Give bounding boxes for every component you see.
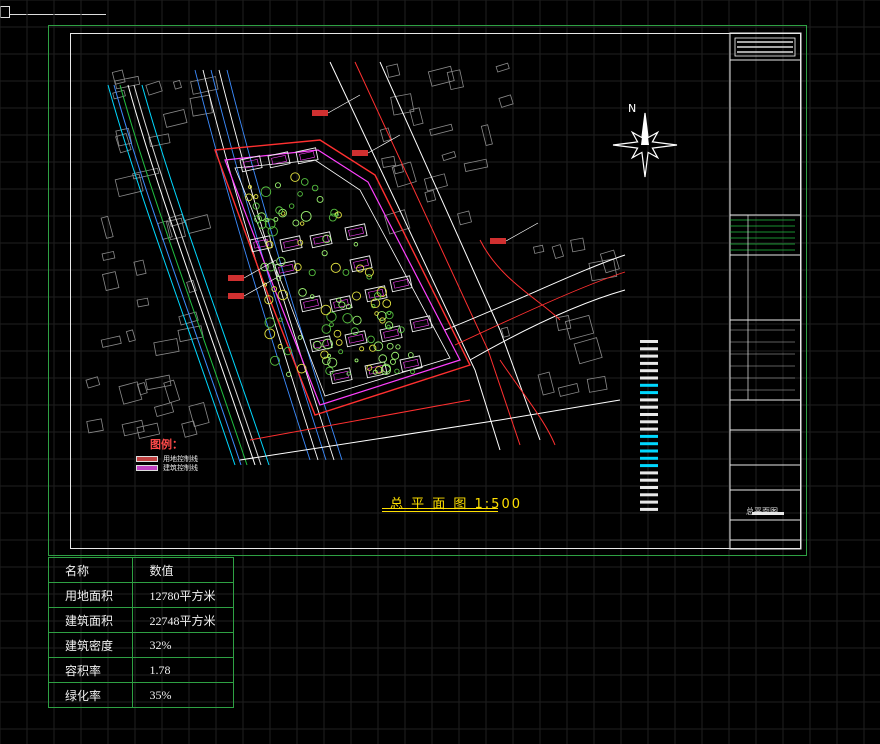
title-underline	[382, 508, 498, 509]
legend-swatch-red	[136, 456, 158, 462]
table-cell-value: 1.78	[132, 657, 234, 683]
drawing-title: 总 平 面 图 1:500	[390, 497, 522, 512]
legend-item-label: 建筑控制线	[163, 464, 198, 472]
title-block-sheet-name: 总平面图	[746, 507, 778, 516]
north-label: N	[628, 102, 637, 115]
table-cell-value: 12780平方米	[132, 582, 234, 608]
table-cell-name: 建筑面积	[47, 607, 134, 633]
table-cell-name: 容积率	[47, 657, 134, 683]
table-row: 用地面积 12780平方米	[47, 582, 234, 608]
legend-swatch-magenta	[136, 465, 158, 471]
table-header-cell: 数值	[132, 557, 234, 583]
table-cell-value: 35%	[132, 682, 234, 708]
title-underline	[382, 511, 498, 512]
legend-item-building-line: 建筑控制线	[136, 464, 198, 472]
table-row: 建筑密度 32%	[47, 632, 234, 658]
table-header-cell: 名称	[47, 557, 134, 583]
table-cell-name: 绿化率	[47, 682, 134, 708]
table-cell-value: 32%	[132, 632, 234, 658]
site-stats-table: 名称 数值 用地面积 12780平方米 建筑面积 22748平方米 建筑密度 3…	[47, 557, 234, 708]
table-row: 绿化率 35%	[47, 682, 234, 708]
table-cell-value: 22748平方米	[132, 607, 234, 633]
legend-item-site-line: 用地控制线	[136, 455, 198, 463]
legend-title: 图例：	[150, 438, 183, 451]
table-row: 建筑面积 22748平方米	[47, 607, 234, 633]
table-row: 容积率 1.78	[47, 657, 234, 683]
table-cell-name: 建筑密度	[47, 632, 134, 658]
table-cell-name: 用地面积	[47, 582, 134, 608]
table-header-row: 名称 数值	[47, 557, 234, 583]
